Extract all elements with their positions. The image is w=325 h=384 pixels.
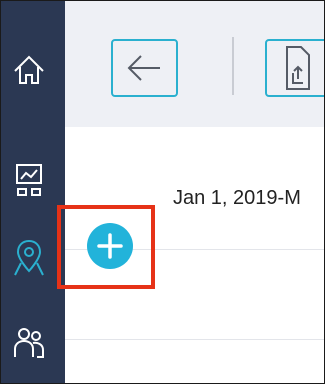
export-button[interactable] xyxy=(265,39,324,97)
date-range: Jan 1, 2019-M xyxy=(173,187,301,209)
app-window: Jan 1, 2019-M xyxy=(0,0,325,384)
divider-line xyxy=(65,339,324,340)
sidebar xyxy=(1,1,65,383)
dashboard-icon[interactable] xyxy=(11,161,47,197)
export-icon xyxy=(286,46,310,90)
home-icon[interactable] xyxy=(11,51,47,87)
arrow-left-icon xyxy=(127,55,160,81)
toolbar xyxy=(65,1,324,127)
location-icon[interactable] xyxy=(11,237,47,276)
users-icon[interactable] xyxy=(11,325,47,361)
highlight-box xyxy=(57,205,155,289)
back-button[interactable] xyxy=(111,39,178,97)
toolbar-divider xyxy=(232,37,234,95)
